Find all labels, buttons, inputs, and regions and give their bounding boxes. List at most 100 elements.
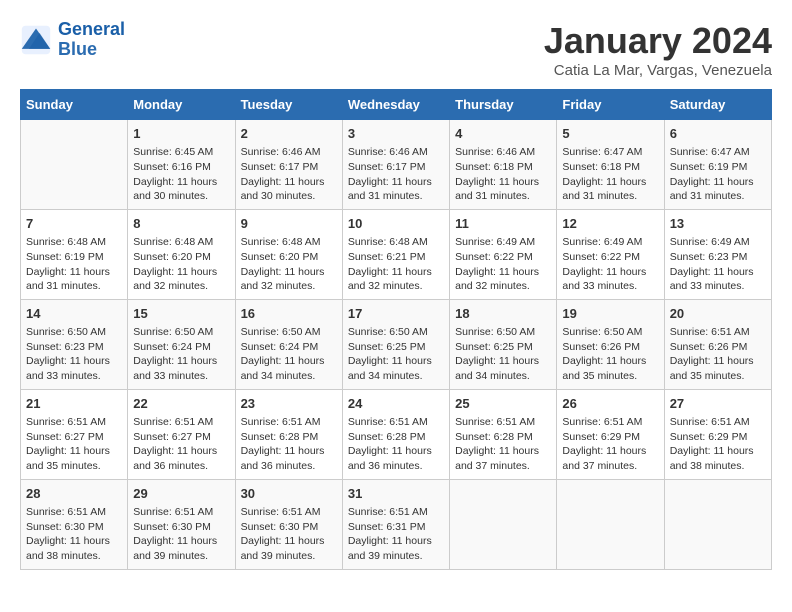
day-info-line: Sunset: 6:24 PM xyxy=(241,340,337,355)
calendar-cell: 16Sunrise: 6:50 AMSunset: 6:24 PMDayligh… xyxy=(235,299,342,389)
day-number: 22 xyxy=(133,395,229,413)
day-info-line: Daylight: 11 hours xyxy=(348,265,444,280)
day-info-line: Daylight: 11 hours xyxy=(241,534,337,549)
day-info-line: and 34 minutes. xyxy=(348,369,444,384)
day-info-line: Sunrise: 6:50 AM xyxy=(348,325,444,340)
weekday-header: Tuesday xyxy=(235,90,342,120)
calendar-cell: 31 Sunrise: 6:51 AMSunset: 6:31 PMDayligh… xyxy=(342,479,449,569)
calendar-table: SundayMondayTuesdayWednesdayThursdayFrid… xyxy=(20,89,772,570)
calendar-cell: 17Sunrise: 6:50 AMSunset: 6:25 PMDayligh… xyxy=(342,299,449,389)
day-info-line: Sunset: 6:27 PM xyxy=(133,430,229,445)
calendar-cell: 7Sunrise: 6:48 AMSunset: 6:19 PMDaylight… xyxy=(21,209,128,299)
weekday-header: Wednesday xyxy=(342,90,449,120)
day-number: 5 xyxy=(562,125,658,143)
day-info-line: and 31 minutes. xyxy=(26,279,122,294)
logo: General Blue xyxy=(20,20,125,60)
day-number: 6 xyxy=(670,125,766,143)
day-info-line: Sunset: 6:22 PM xyxy=(562,250,658,265)
day-info-line: and 30 minutes. xyxy=(241,189,337,204)
day-info-line: Sunrise: 6:48 AM xyxy=(133,235,229,250)
calendar-cell: 13Sunrise: 6:49 AMSunset: 6:23 PMDayligh… xyxy=(664,209,771,299)
calendar-cell: 11Sunrise: 6:49 AMSunset: 6:22 PMDayligh… xyxy=(450,209,557,299)
day-info-line: Sunrise: 6:50 AM xyxy=(133,325,229,340)
calendar-cell xyxy=(664,479,771,569)
day-info-line: Sunrise: 6:51 AM xyxy=(133,505,229,520)
calendar-cell xyxy=(21,120,128,210)
day-info-line: Sunrise: 6:51 AM xyxy=(562,415,658,430)
day-info-line: Sunset: 6:27 PM xyxy=(26,430,122,445)
day-number: 12 xyxy=(562,215,658,233)
day-info-line: Sunrise: 6:51 AM xyxy=(348,505,444,520)
calendar-cell: 9Sunrise: 6:48 AMSunset: 6:20 PMDaylight… xyxy=(235,209,342,299)
day-info-line: Daylight: 11 hours xyxy=(670,354,766,369)
calendar-cell: 30Sunrise: 6:51 AMSunset: 6:30 PMDayligh… xyxy=(235,479,342,569)
day-number: 31 xyxy=(348,485,444,503)
day-number: 27 xyxy=(670,395,766,413)
calendar-cell: 22Sunrise: 6:51 AMSunset: 6:27 PMDayligh… xyxy=(128,389,235,479)
calendar-cell: 3Sunrise: 6:46 AMSunset: 6:17 PMDaylight… xyxy=(342,120,449,210)
calendar-cell: 15Sunrise: 6:50 AMSunset: 6:24 PMDayligh… xyxy=(128,299,235,389)
calendar-cell: 12Sunrise: 6:49 AMSunset: 6:22 PMDayligh… xyxy=(557,209,664,299)
day-info-line: Daylight: 11 hours xyxy=(241,444,337,459)
calendar-cell: 29Sunrise: 6:51 AMSunset: 6:30 PMDayligh… xyxy=(128,479,235,569)
day-info-line: Sunrise: 6:51 AM xyxy=(348,415,444,430)
day-number: 30 xyxy=(241,485,337,503)
day-info-line: and 39 minutes. xyxy=(133,549,229,564)
calendar-cell: 20Sunrise: 6:51 AMSunset: 6:26 PMDayligh… xyxy=(664,299,771,389)
day-info-line: Daylight: 11 hours xyxy=(133,175,229,190)
weekday-header-row: SundayMondayTuesdayWednesdayThursdayFrid… xyxy=(21,90,772,120)
day-number: 23 xyxy=(241,395,337,413)
day-info-line: Sunset: 6:21 PM xyxy=(348,250,444,265)
day-info-line: and 33 minutes. xyxy=(562,279,658,294)
day-info-line: Sunrise: 6:50 AM xyxy=(562,325,658,340)
day-info-line: and 33 minutes. xyxy=(670,279,766,294)
day-info-line: Sunset: 6:20 PM xyxy=(133,250,229,265)
day-number: 8 xyxy=(133,215,229,233)
day-info-line: Sunrise: 6:51 AM xyxy=(455,415,551,430)
day-number: 24 xyxy=(348,395,444,413)
day-info-line: Daylight: 11 hours xyxy=(455,354,551,369)
day-info-line: Daylight: 11 hours xyxy=(133,534,229,549)
day-info-line: Daylight: 11 hours xyxy=(348,354,444,369)
day-number: 11 xyxy=(455,215,551,233)
calendar-cell: 2Sunrise: 6:46 AMSunset: 6:17 PMDaylight… xyxy=(235,120,342,210)
day-info-line: Sunrise: 6:51 AM xyxy=(133,415,229,430)
day-info-line: Daylight: 11 hours xyxy=(562,265,658,280)
day-info-line: Sunrise: 6:47 AM xyxy=(670,145,766,160)
day-info-line: and 31 minutes. xyxy=(670,189,766,204)
day-info-line: and 39 minutes. xyxy=(348,549,444,564)
calendar-cell xyxy=(450,479,557,569)
day-info-line: Sunrise: 6:47 AM xyxy=(562,145,658,160)
day-info-line: and 36 minutes. xyxy=(133,459,229,474)
day-info-line: and 35 minutes. xyxy=(562,369,658,384)
day-info-line: and 31 minutes. xyxy=(348,189,444,204)
day-info-line: Daylight: 11 hours xyxy=(562,444,658,459)
day-info-line: Daylight: 11 hours xyxy=(133,354,229,369)
day-info-line: Sunrise: 6:51 AM xyxy=(241,415,337,430)
calendar-cell: 19Sunrise: 6:50 AMSunset: 6:26 PMDayligh… xyxy=(557,299,664,389)
day-info-line: Daylight: 11 hours xyxy=(348,175,444,190)
day-info-line: Sunset: 6:31 PM xyxy=(348,520,444,535)
day-info-line: Daylight: 11 hours xyxy=(670,265,766,280)
day-info-line: Sunrise: 6:48 AM xyxy=(241,235,337,250)
day-info-line: and 38 minutes. xyxy=(26,549,122,564)
day-info-line: Daylight: 11 hours xyxy=(455,444,551,459)
day-number: 26 xyxy=(562,395,658,413)
day-info-line: Sunrise: 6:46 AM xyxy=(241,145,337,160)
logo-text: General Blue xyxy=(58,20,125,60)
day-info-line: Sunrise: 6:48 AM xyxy=(26,235,122,250)
day-info-line: Sunset: 6:30 PM xyxy=(26,520,122,535)
weekday-header: Saturday xyxy=(664,90,771,120)
day-info-line: Sunrise: 6:46 AM xyxy=(455,145,551,160)
day-info-line: Sunset: 6:28 PM xyxy=(348,430,444,445)
day-info-line: Daylight: 11 hours xyxy=(348,534,444,549)
day-number: 1 xyxy=(133,125,229,143)
day-info-line: Sunrise: 6:51 AM xyxy=(26,505,122,520)
day-info-line: Daylight: 11 hours xyxy=(670,175,766,190)
day-info-line: Sunrise: 6:48 AM xyxy=(348,235,444,250)
day-info-line: and 34 minutes. xyxy=(241,369,337,384)
day-info-line: Daylight: 11 hours xyxy=(241,265,337,280)
day-info-line: and 31 minutes. xyxy=(455,189,551,204)
day-info-line: Sunset: 6:16 PM xyxy=(133,160,229,175)
calendar-week-row: 1Sunrise: 6:45 AMSunset: 6:16 PMDaylight… xyxy=(21,120,772,210)
